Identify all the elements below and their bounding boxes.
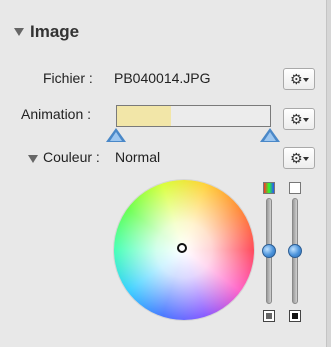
file-row: Fichier : PB040014.JPG ⚙: [0, 64, 326, 94]
file-name: PB040014.JPG: [114, 70, 211, 86]
animation-start-handle[interactable]: [106, 128, 126, 142]
disclosure-triangle-icon[interactable]: [14, 28, 24, 36]
swatch-inner: [266, 313, 272, 319]
animation-range-fill: [117, 106, 171, 126]
panel-right-edge: [326, 0, 331, 347]
animation-range-remaining: [171, 106, 270, 126]
swatch-inner: [292, 313, 298, 319]
image-panel: Image Fichier : PB040014.JPG ⚙ Animation…: [0, 0, 331, 347]
brightness-min-swatch: [289, 310, 301, 322]
animation-gear-button[interactable]: ⚙: [283, 108, 315, 130]
saturation-min-swatch: [263, 310, 275, 322]
file-label: Fichier :: [43, 70, 93, 86]
brightness-max-swatch: [289, 182, 301, 194]
chevron-down-icon: [303, 118, 309, 122]
chevron-down-icon: [303, 78, 309, 82]
gear-icon: ⚙: [290, 111, 303, 127]
animation-end-handle[interactable]: [260, 128, 280, 142]
brightness-slider-knob[interactable]: [288, 244, 302, 258]
saturation-max-swatch: [263, 182, 275, 194]
file-gear-button[interactable]: ⚙: [283, 68, 315, 90]
animation-range-slider[interactable]: [116, 105, 271, 127]
gear-icon: ⚙: [290, 150, 303, 166]
animation-label: Animation :: [21, 106, 92, 122]
section-header-image[interactable]: Image: [14, 22, 79, 42]
disclosure-triangle-icon[interactable]: [28, 155, 38, 163]
color-mode-value[interactable]: Normal: [115, 149, 160, 165]
section-title: Image: [30, 22, 80, 41]
saturation-slider-knob[interactable]: [262, 244, 276, 258]
gear-icon: ⚙: [290, 71, 303, 87]
color-wheel-cursor[interactable]: [177, 243, 187, 253]
color-label: Couleur :: [43, 149, 100, 165]
color-gear-button[interactable]: ⚙: [283, 147, 315, 169]
chevron-down-icon: [303, 157, 309, 161]
color-row: Couleur : Normal ⚙: [0, 145, 326, 175]
